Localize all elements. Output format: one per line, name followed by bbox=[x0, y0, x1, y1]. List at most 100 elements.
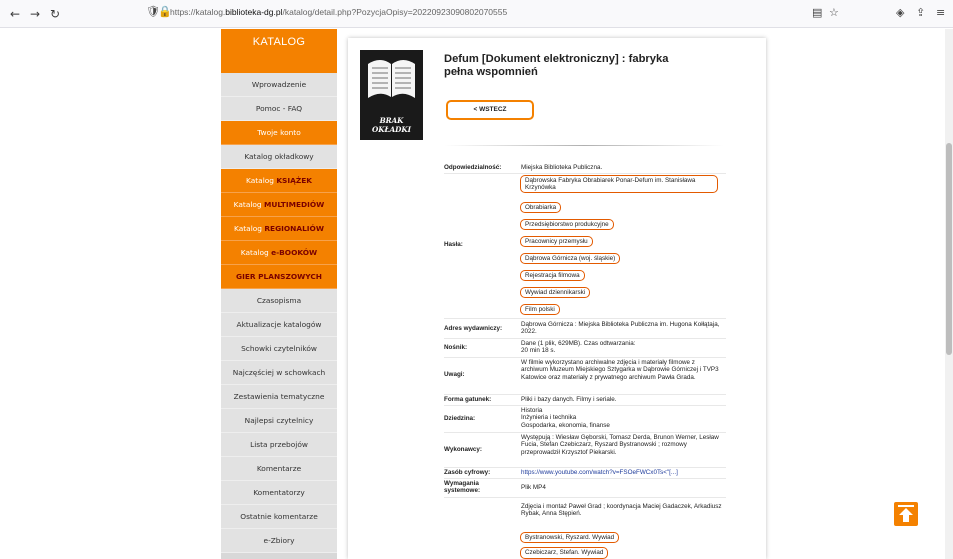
row-divider bbox=[444, 394, 726, 395]
field-value: Występują : Wiesław Gęborski, Tomasz Der… bbox=[521, 434, 719, 456]
sidebar-item-label: Najczęściej w schowkach bbox=[232, 368, 326, 377]
field-label: Wykonawcy: bbox=[444, 446, 483, 453]
subject-tag[interactable]: Przedsiębiorstwo produkcyjne bbox=[520, 219, 614, 231]
field-value: Zdjęcia i montaż Paweł Grad ; koordynacj… bbox=[521, 503, 722, 518]
reload-icon[interactable]: ↻ bbox=[46, 5, 64, 23]
sidebar-item[interactable]: Katalog REGIONALIÓW bbox=[221, 217, 337, 241]
field-label: Uwagi: bbox=[444, 371, 465, 378]
url-rest: /katalog/detail.php?PozycjaOpisy=2022092… bbox=[282, 7, 508, 17]
row-divider bbox=[444, 357, 726, 358]
pocket-icon[interactable]: ◈ bbox=[896, 6, 904, 19]
open-book-icon bbox=[368, 60, 415, 98]
field-forma: Forma gatunek: Pliki i bazy danych. Film… bbox=[444, 396, 724, 404]
subject-tag[interactable]: Obrabiarka bbox=[520, 202, 562, 214]
sidebar-item[interactable]: Aktualizacje katalogów bbox=[221, 313, 337, 337]
sidebar-item-label: Katalog bbox=[246, 176, 277, 185]
scrollbar-thumb[interactable] bbox=[946, 143, 952, 355]
field-value: Dąbrowa Górnicza : Miejska Biblioteka Pu… bbox=[521, 321, 720, 336]
sidebar-item[interactable]: Komentarze bbox=[221, 457, 337, 481]
dziedzina-item: Historia bbox=[521, 407, 543, 414]
sidebar-item[interactable]: Katalog okładkowy bbox=[221, 145, 337, 169]
subject-tag[interactable]: Pracownicy przemysłu bbox=[520, 236, 593, 248]
field-value: W filmie wykorzystano archiwalne zdjęcia… bbox=[521, 359, 719, 381]
arrow-up-icon bbox=[898, 505, 914, 522]
field-value: Dane (1 plik, 629MB). Czas odtwarzania: … bbox=[521, 340, 636, 355]
sidebar-item-label: Pomoc - FAQ bbox=[255, 104, 303, 113]
sidebar-item-label: Katalog bbox=[240, 248, 272, 257]
sidebar-item[interactable]: Czasopisma bbox=[221, 289, 337, 313]
sidebar-item[interactable]: Katalog MULTIMEDIÓW bbox=[221, 193, 337, 217]
field-value: Historia Inżynieria i technika Gospodark… bbox=[521, 407, 723, 429]
row-divider bbox=[444, 432, 726, 433]
sidebar-item[interactable]: Katalog e-BOOKÓW bbox=[221, 241, 337, 265]
sidebar-item[interactable]: Katalog KSIĄŻEK bbox=[221, 169, 337, 193]
sidebar-item-label: Komentatorzy bbox=[253, 488, 305, 497]
sidebar-item-label: e-Zbiory bbox=[263, 536, 295, 545]
sidebar-item-highlight: MULTIMEDIÓW bbox=[263, 200, 325, 209]
sidebar: KATALOG Wprowadzenie Pomoc - FAQ Twoje kon… bbox=[221, 29, 337, 559]
dziedzina-item: Inżynieria i technika bbox=[521, 414, 577, 422]
url-prefix: https://katalog. bbox=[170, 7, 226, 17]
field-label: Hasła: bbox=[444, 241, 463, 248]
digital-resource-link[interactable]: https://www.youtube.com/watch?v=FSOeFWCx… bbox=[521, 469, 723, 476]
sidebar-item[interactable]: Twoje konto bbox=[221, 121, 337, 145]
star-icon[interactable]: ☆ bbox=[829, 6, 839, 19]
subject-tag[interactable]: Dąbrowa Górnicza (woj. śląskie) bbox=[520, 253, 621, 265]
subject-tag[interactable]: Wywiad dziennikarski bbox=[520, 287, 591, 299]
browser-toolbar: ← → ↻ 🛡 🔒 https://katalog.biblioteka-dg.… bbox=[0, 0, 953, 28]
field-wykonawcy: Wykonawcy: Występują : Wiesław Gęborski,… bbox=[444, 434, 724, 466]
sidebar-item-label: Komentarze bbox=[256, 464, 302, 473]
sidebar-item-label: Aktualizacje katalogów bbox=[236, 320, 322, 329]
reader-icon[interactable]: ▤ bbox=[812, 6, 822, 19]
field-value: Miejska Biblioteka Publiczna. bbox=[521, 164, 603, 171]
row-divider bbox=[444, 318, 726, 319]
sidebar-logo[interactable]: KATALOG bbox=[221, 29, 337, 73]
field-odpowiedzialnosc: Odpowiedzialność: Miejska Biblioteka Pub… bbox=[444, 164, 724, 172]
sidebar-item-highlight: GIER PLANSZOWYCH bbox=[236, 272, 322, 281]
cover-text: BRAK OKŁADKI bbox=[371, 116, 412, 134]
field-zasob: Zasób cyfrowy: https://www.youtube.com/w… bbox=[444, 469, 724, 477]
forward-arrow-icon[interactable]: → bbox=[26, 5, 44, 23]
url-text[interactable]: https://katalog.biblioteka-dg.pl/katalog… bbox=[170, 7, 507, 17]
sidebar-item[interactable]: Najczęściej w schowkach bbox=[221, 361, 337, 385]
sidebar-item[interactable]: GIER PLANSZOWYCH bbox=[221, 265, 337, 289]
puzzle-icon[interactable]: ⇪ bbox=[916, 6, 925, 19]
row-divider bbox=[444, 173, 726, 174]
field-wymagania: Wymagania systemowe: Plik MP4 bbox=[444, 480, 724, 496]
record-panel: BRAK OKŁADKI Defum [Dokument elektronicz… bbox=[348, 38, 766, 559]
field-uwagi: Uwagi: W filmie wykorzystano archiwalne … bbox=[444, 359, 724, 391]
sidebar-item-highlight: e-BOOKÓW bbox=[271, 248, 318, 257]
sidebar-item[interactable]: Komentatorzy bbox=[221, 481, 337, 505]
sidebar-item[interactable]: Pomoc - FAQ bbox=[221, 97, 337, 121]
person-tag[interactable]: Czebiczarz, Stefan. Wywiad bbox=[520, 547, 609, 559]
sidebar-item-highlight: REGIONALIÓW bbox=[264, 224, 324, 233]
back-button[interactable]: < WSTECZ bbox=[446, 100, 534, 120]
person-tag[interactable]: Bystranowski, Ryszard. Wywiad bbox=[520, 532, 620, 544]
subject-tag[interactable]: Film polski bbox=[520, 304, 560, 316]
sidebar-item[interactable]: e-Zbiory bbox=[221, 529, 337, 553]
url-domain: biblioteka-dg.pl bbox=[225, 7, 283, 17]
sidebar-item[interactable]: Zestawienia tematyczne bbox=[221, 385, 337, 409]
sidebar-item[interactable]: Lista przebojów bbox=[221, 433, 337, 457]
sidebar-item-label: Lista przebojów bbox=[250, 440, 308, 449]
dziedzina-item: Gospodarka, ekonomia, finanse bbox=[521, 421, 610, 429]
sidebar-item-label: Wprowadzenie bbox=[251, 80, 307, 89]
sidebar-item[interactable]: Schowki czytelników bbox=[221, 337, 337, 361]
subject-tag[interactable]: Dąbrowska Fabryka Obrabiarek Ponar-Defum… bbox=[520, 175, 718, 194]
subject-tag[interactable]: Rejestracja filmowa bbox=[520, 270, 585, 282]
sidebar-item[interactable]: Ostatnie komentarze bbox=[221, 505, 337, 529]
record-title: Defum [Dokument elektroniczny] : fabryka… bbox=[444, 53, 669, 78]
field-credits: Zdjęcia i montaż Paweł Grad ; koordynacj… bbox=[444, 503, 724, 519]
field-nosnik: Nośnik: Dane (1 plik, 629MB). Czas odtwa… bbox=[444, 340, 724, 356]
row-divider bbox=[444, 338, 726, 339]
sidebar-item[interactable]: Wprowadzenie bbox=[221, 73, 337, 97]
sidebar-item-label: Ostatnie komentarze bbox=[240, 512, 318, 521]
row-divider bbox=[444, 467, 726, 468]
field-label: Forma gatunek: bbox=[444, 396, 492, 403]
row-divider bbox=[444, 405, 726, 406]
sidebar-item[interactable]: Najlepsi czytelnicy bbox=[221, 409, 337, 433]
scroll-to-top-button[interactable] bbox=[894, 502, 918, 526]
menu-icon[interactable]: ≡ bbox=[936, 6, 945, 19]
back-arrow-icon[interactable]: ← bbox=[6, 5, 24, 23]
field-label: Odpowiedzialność: bbox=[444, 164, 502, 171]
